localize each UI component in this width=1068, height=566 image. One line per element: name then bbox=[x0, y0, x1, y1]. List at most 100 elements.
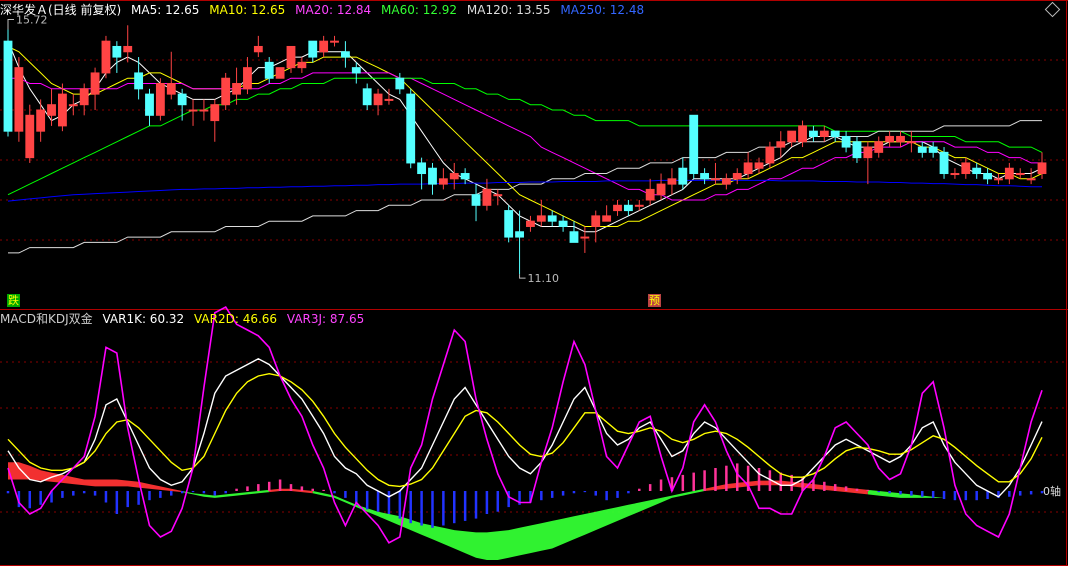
price-header: 深华发Ａ(日线 前复权) MA5: 12.65 MA10: 12.65 MA20… bbox=[0, 1, 650, 19]
candle-body-down bbox=[841, 135, 851, 148]
candle-body-up bbox=[319, 40, 329, 53]
candle-body-up bbox=[188, 109, 198, 112]
candle-body-down bbox=[308, 40, 318, 58]
candle-body-up bbox=[743, 162, 753, 175]
annotation-leader bbox=[519, 274, 526, 279]
candle-body-up bbox=[1015, 173, 1025, 176]
candle-body-up bbox=[166, 83, 176, 95]
candle-body-down bbox=[939, 151, 949, 175]
candle-body-down bbox=[700, 173, 710, 180]
candle-body-up bbox=[155, 83, 165, 116]
candle-body-up bbox=[68, 104, 78, 107]
candle-body-up bbox=[536, 215, 546, 222]
candle-body-up bbox=[330, 40, 339, 43]
candle-body-up bbox=[961, 162, 971, 175]
price-annotation: 11.10 bbox=[528, 272, 560, 285]
candle-body-up bbox=[373, 93, 383, 106]
candle-body-up bbox=[721, 178, 731, 185]
price-annotations: 15.7211.10 bbox=[7, 14, 560, 285]
candle-body-up bbox=[286, 45, 296, 69]
ma10-label: MA10: 12.65 bbox=[209, 3, 286, 17]
candle-body-down bbox=[177, 93, 187, 106]
candle-body-up bbox=[58, 93, 67, 127]
candle-body-up bbox=[199, 109, 209, 112]
var1k-label: VAR1K: 60.32 bbox=[102, 312, 185, 326]
candle-body-up bbox=[754, 162, 764, 169]
candle-body-up bbox=[210, 104, 220, 122]
kdj-line-var3j bbox=[7, 305, 1043, 544]
var2d-label: VAR2D: 46.66 bbox=[193, 312, 278, 326]
candle-body-down bbox=[406, 93, 416, 164]
band-red bbox=[8, 462, 183, 493]
candle-body-down bbox=[504, 210, 514, 238]
kdj-line-var2d bbox=[7, 372, 1043, 488]
candle-body-up bbox=[787, 130, 797, 143]
candle-body-up bbox=[493, 194, 503, 197]
candle-body-down bbox=[3, 40, 13, 132]
band-red bbox=[704, 480, 868, 495]
candle-body-down bbox=[460, 173, 470, 180]
ma60-label: MA60: 12.92 bbox=[381, 3, 458, 17]
candle-body-up bbox=[1004, 167, 1014, 180]
stock-name[interactable]: 深华发Ａ(日线 前复权) bbox=[0, 3, 121, 17]
candle-body-down bbox=[928, 146, 938, 153]
candle-body-up bbox=[896, 135, 905, 143]
candle-body-down bbox=[558, 220, 568, 227]
candle-body-down bbox=[340, 51, 350, 58]
candle-body-up bbox=[243, 67, 252, 90]
candle-body-down bbox=[972, 167, 982, 175]
candle-body-down bbox=[417, 162, 427, 175]
candle-body-up bbox=[253, 45, 263, 53]
candle-body-up bbox=[275, 67, 285, 79]
candle-body-up bbox=[994, 178, 1003, 181]
candle-body-up bbox=[36, 109, 46, 132]
candle-body-down bbox=[917, 146, 927, 153]
candle-body-down bbox=[623, 204, 633, 212]
candle-body-up bbox=[863, 146, 873, 159]
indicator-header: MACD和KDJ双金 VAR1K: 60.32 VAR2D: 46.66 VAR… bbox=[0, 310, 370, 328]
candle-body-up bbox=[1026, 178, 1036, 181]
ma20-label: MA20: 12.84 bbox=[295, 3, 372, 17]
candle-body-down bbox=[264, 61, 274, 79]
candle-body-down bbox=[689, 114, 699, 175]
candle-body-up bbox=[819, 130, 829, 137]
candle-body-up bbox=[79, 88, 89, 106]
candle-body-down bbox=[112, 45, 122, 58]
annotation-leader bbox=[7, 19, 14, 30]
candle-body-down bbox=[830, 130, 840, 137]
candle-body-up bbox=[526, 220, 535, 227]
candle-body-down bbox=[569, 231, 579, 243]
candle-body-up bbox=[25, 114, 35, 159]
candle-body-up bbox=[667, 178, 677, 185]
candle-body-down bbox=[547, 215, 557, 222]
indicator-name[interactable]: MACD和KDJ双金 bbox=[0, 312, 93, 326]
ma-lines bbox=[7, 41, 1043, 254]
candle-body-up bbox=[384, 98, 394, 101]
candle-body-down bbox=[145, 93, 154, 116]
candle-body-down bbox=[428, 167, 437, 185]
candle-body-up bbox=[482, 188, 492, 206]
candle-body-up bbox=[634, 204, 644, 207]
candle-body-down bbox=[471, 194, 481, 206]
ma5-label: MA5: 12.65 bbox=[131, 3, 200, 17]
candle-body-up bbox=[14, 67, 24, 132]
candle-body-up bbox=[123, 45, 133, 53]
candle-body-down bbox=[351, 67, 361, 74]
candle-body-up bbox=[47, 104, 56, 116]
candle-body-up bbox=[711, 178, 720, 181]
candle-body-up bbox=[885, 135, 895, 143]
candle-body-down bbox=[515, 231, 524, 238]
ma120-label: MA120: 13.55 bbox=[466, 3, 551, 17]
candle-body-up bbox=[232, 83, 241, 95]
candle-body-up bbox=[613, 204, 622, 212]
candle-body-up bbox=[1037, 162, 1047, 175]
candle-body-up bbox=[602, 215, 612, 222]
candle-body-up bbox=[449, 173, 459, 180]
candle-body-down bbox=[134, 72, 144, 90]
chart-canvas: 15.7211.10 0轴 bbox=[0, 0, 1068, 566]
candle-body-up bbox=[221, 77, 231, 106]
candle-body-down bbox=[983, 173, 992, 180]
var3j-label: VAR3J: 87.65 bbox=[286, 312, 365, 326]
indicator-panel: 0轴 bbox=[6, 305, 1061, 560]
down-marker: 跌 bbox=[7, 294, 20, 307]
